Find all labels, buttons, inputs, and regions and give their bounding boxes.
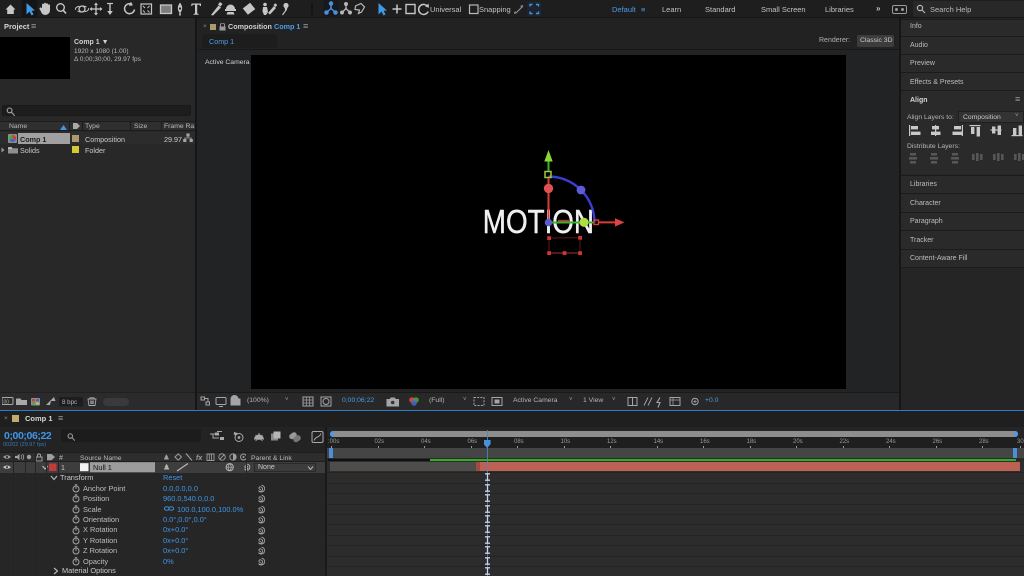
svg-text:Null 1: Null 1 <box>93 463 112 472</box>
svg-text:00: 00 <box>4 400 10 406</box>
svg-text:fx: fx <box>196 455 203 462</box>
svg-text:8 bpc: 8 bpc <box>62 399 77 406</box>
svg-text:1: 1 <box>61 465 65 472</box>
svg-text:Parent & Link: Parent & Link <box>251 455 292 462</box>
svg-text:#: # <box>59 455 63 462</box>
svg-text:Source Name: Source Name <box>80 455 122 462</box>
